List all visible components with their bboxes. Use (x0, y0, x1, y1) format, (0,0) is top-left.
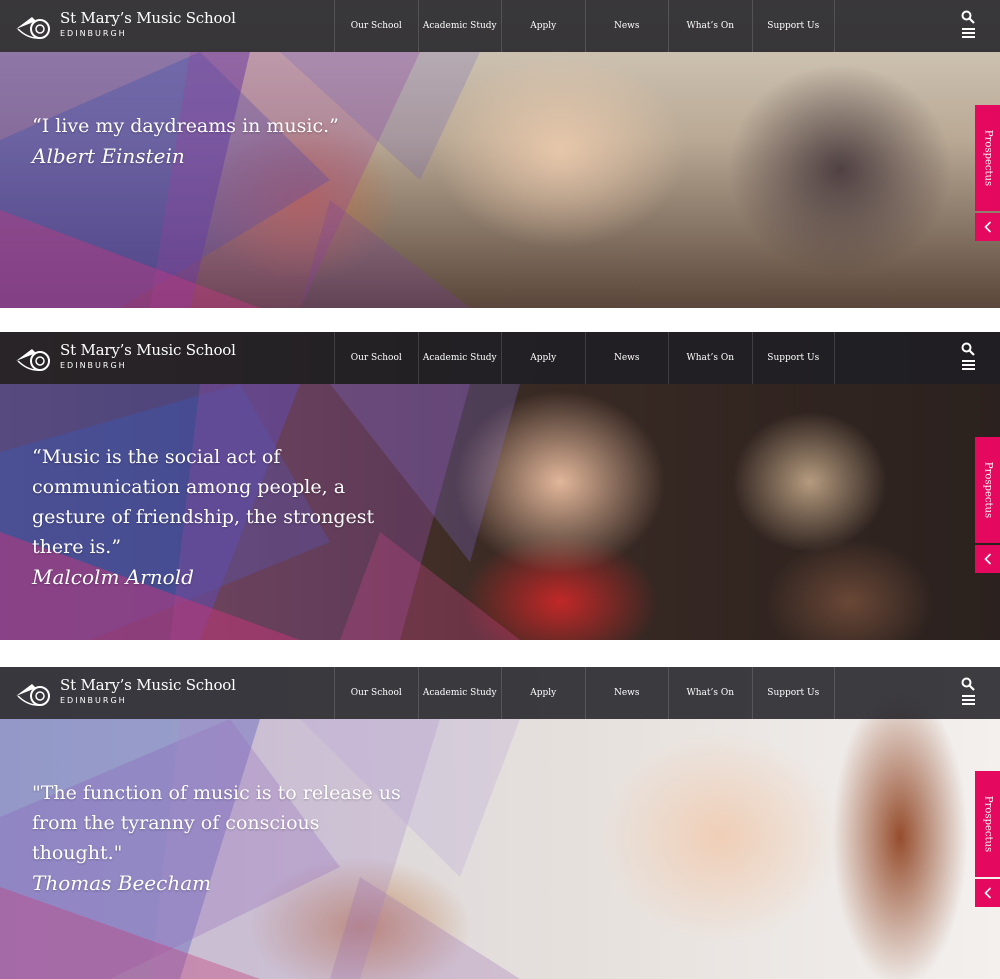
chevron-left-icon (983, 221, 991, 233)
nav-academic-study[interactable]: Academic Study (417, 0, 502, 52)
school-logo[interactable]: St Mary’s Music School EDINBURGH (14, 676, 236, 710)
hero-slide-beecham: St Mary’s Music School EDINBURGH Our Sch… (0, 667, 1000, 979)
top-navigation: St Mary’s Music School EDINBURGH Our Sch… (0, 332, 1000, 384)
hero-slide-einstein: St Mary’s Music School EDINBURGH Our Sch… (0, 0, 1000, 308)
school-name: St Mary’s Music School (60, 676, 236, 694)
hamburger-menu-icon[interactable] (962, 360, 975, 370)
nav-our-school[interactable]: Our School (334, 667, 418, 719)
nav-news[interactable]: News (584, 0, 669, 52)
nav-support-us[interactable]: Support Us (751, 667, 835, 719)
quote-line: there is.” (32, 536, 122, 558)
hero-slide-arnold: St Mary’s Music School EDINBURGH Our Sch… (0, 332, 1000, 640)
nav-support-us[interactable]: Support Us (751, 332, 835, 384)
nav-apply[interactable]: Apply (501, 332, 585, 384)
quote-line: "The function of music is to release us (32, 782, 401, 804)
prospectus-label: Prospectus (982, 461, 993, 519)
nav-academic-study[interactable]: Academic Study (417, 667, 502, 719)
main-nav: Our School Academic Study Apply News Wha… (334, 332, 835, 384)
school-name: St Mary’s Music School (60, 341, 236, 359)
prospectus-collapse-button[interactable] (975, 879, 1000, 907)
nav-academic-study[interactable]: Academic Study (417, 332, 502, 384)
nav-support-us[interactable]: Support Us (751, 0, 835, 52)
nav-whats-on[interactable]: What’s On (668, 332, 752, 384)
quote-line: “Music is the social act of (32, 446, 281, 468)
prospectus-label: Prospectus (982, 795, 993, 853)
prospectus-tab[interactable]: Prospectus (975, 771, 1000, 877)
prospectus-collapse-button[interactable] (975, 213, 1000, 241)
school-location: EDINBURGH (60, 361, 127, 370)
french-horn-logo-icon (16, 349, 50, 371)
search-icon[interactable] (961, 342, 975, 356)
search-icon[interactable] (961, 10, 975, 24)
hamburger-menu-icon[interactable] (962, 695, 975, 705)
school-name: St Mary’s Music School (60, 9, 236, 27)
chevron-left-icon (983, 553, 991, 565)
quote-line: gesture of friendship, the strongest (32, 506, 375, 528)
french-horn-logo-icon (16, 684, 50, 706)
quote-line: from the tyranny of conscious (32, 812, 320, 834)
nav-our-school[interactable]: Our School (334, 0, 418, 52)
nav-apply[interactable]: Apply (501, 667, 585, 719)
nav-news[interactable]: News (584, 332, 669, 384)
school-logo[interactable]: St Mary’s Music School EDINBURGH (14, 9, 236, 43)
quote-author: Malcolm Arnold (32, 565, 194, 589)
top-navigation: St Mary’s Music School EDINBURGH Our Sch… (0, 667, 1000, 719)
nav-apply[interactable]: Apply (501, 0, 585, 52)
main-nav: Our School Academic Study Apply News Wha… (334, 667, 835, 719)
school-logo[interactable]: St Mary’s Music School EDINBURGH (14, 341, 236, 375)
chevron-left-icon (983, 887, 991, 899)
nav-whats-on[interactable]: What’s On (668, 667, 752, 719)
school-location: EDINBURGH (60, 696, 127, 705)
nav-whats-on[interactable]: What’s On (668, 0, 752, 52)
quote-author: Albert Einstein (32, 144, 185, 168)
quote-line: thought." (32, 842, 123, 864)
school-location: EDINBURGH (60, 29, 127, 38)
search-icon[interactable] (961, 677, 975, 691)
prospectus-tab[interactable]: Prospectus (975, 105, 1000, 211)
nav-news[interactable]: News (584, 667, 669, 719)
hero-quote: “Music is the social act of communicatio… (32, 442, 382, 592)
prospectus-label: Prospectus (982, 129, 993, 187)
prospectus-tab[interactable]: Prospectus (975, 437, 1000, 543)
main-nav: Our School Academic Study Apply News Wha… (334, 0, 835, 52)
quote-line: “I live my daydreams in music.” (32, 115, 339, 137)
prospectus-collapse-button[interactable] (975, 545, 1000, 573)
hamburger-menu-icon[interactable] (962, 28, 975, 38)
top-navigation: St Mary’s Music School EDINBURGH Our Sch… (0, 0, 1000, 52)
hero-quote: "The function of music is to release us … (32, 778, 412, 898)
quote-author: Thomas Beecham (32, 871, 212, 895)
quote-line: communication among people, a (32, 476, 346, 498)
french-horn-logo-icon (16, 17, 50, 39)
hero-quote: “I live my daydreams in music.” Albert E… (32, 111, 392, 171)
nav-our-school[interactable]: Our School (334, 332, 418, 384)
